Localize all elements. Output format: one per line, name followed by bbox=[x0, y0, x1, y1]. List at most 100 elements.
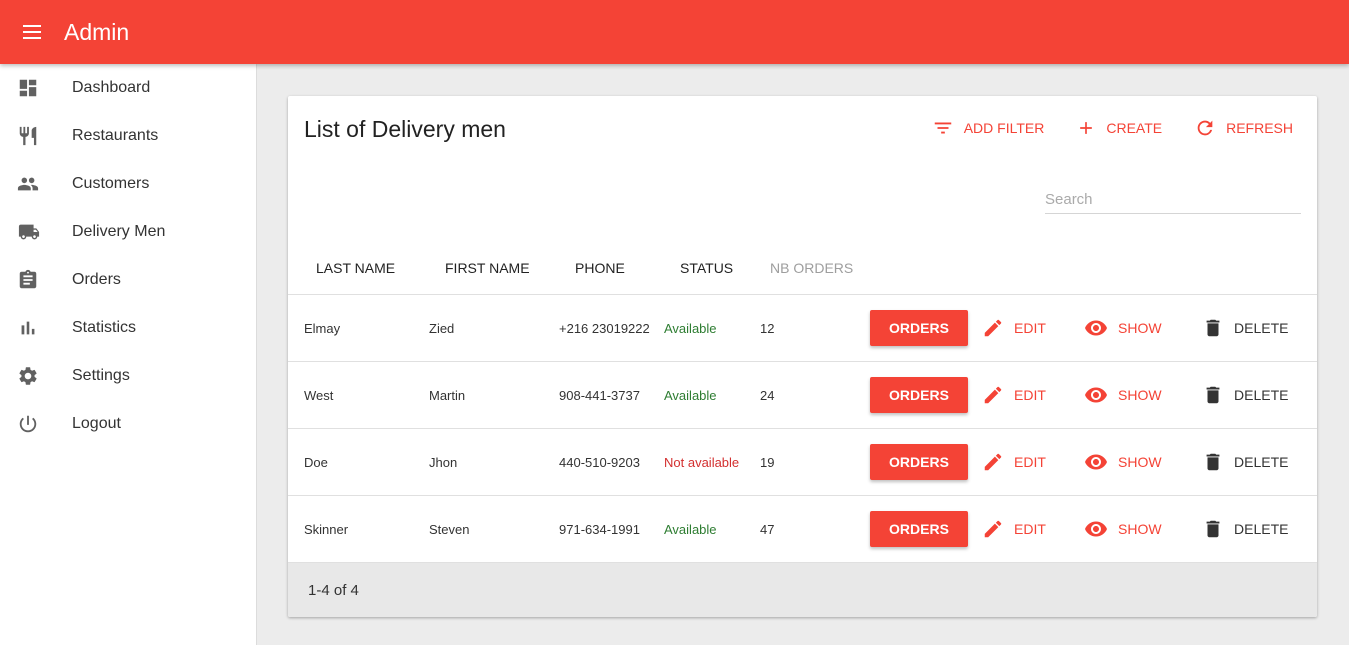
sidebar-item-delivery-men[interactable]: Delivery Men bbox=[0, 208, 256, 256]
edit-button[interactable]: EDIT bbox=[982, 444, 1046, 480]
edit-label: EDIT bbox=[1014, 454, 1046, 470]
orders-button[interactable]: ORDERS bbox=[870, 511, 968, 547]
hamburger-icon bbox=[23, 25, 41, 39]
pencil-icon bbox=[984, 386, 1002, 404]
sidebar-item-statistics[interactable]: Statistics bbox=[0, 304, 256, 352]
cell-first-name: Jhon bbox=[429, 454, 458, 470]
orders-button[interactable]: ORDERS bbox=[870, 377, 968, 413]
delete-button[interactable]: DELETE bbox=[1202, 511, 1288, 547]
sidebar-item-logout[interactable]: Logout bbox=[0, 400, 256, 448]
sidebar-item-label: Dashboard bbox=[72, 79, 151, 96]
create-label: CREATE bbox=[1106, 120, 1163, 136]
truck-icon bbox=[0, 221, 72, 243]
orders-button[interactable]: ORDERS bbox=[870, 310, 968, 346]
pagination: 1-4 of 4 bbox=[288, 563, 1317, 617]
edit-button[interactable]: EDIT bbox=[982, 511, 1046, 547]
pencil-icon bbox=[984, 319, 1002, 337]
gear-icon bbox=[0, 365, 72, 387]
add-filter-button[interactable]: ADD FILTER bbox=[924, 110, 1053, 146]
column-header-nb-orders: NB ORDERS bbox=[770, 260, 854, 276]
delete-label: DELETE bbox=[1234, 387, 1289, 403]
create-button[interactable]: CREATE bbox=[1068, 110, 1170, 146]
cell-nb-orders: 19 bbox=[760, 454, 775, 470]
sidebar-item-label: Logout bbox=[72, 415, 121, 432]
cell-first-name: Martin bbox=[429, 387, 466, 403]
app-bar: Admin bbox=[0, 0, 1349, 64]
cell-last-name: West bbox=[304, 387, 334, 403]
sidebar-item-label: Statistics bbox=[72, 319, 137, 336]
delete-button[interactable]: DELETE bbox=[1202, 444, 1288, 480]
column-header-phone[interactable]: PHONE bbox=[575, 241, 625, 295]
bar-chart-icon bbox=[0, 317, 72, 339]
table-row[interactable]: Elmay Zied +216 23019222 Available 12 OR… bbox=[288, 295, 1317, 362]
edit-label: EDIT bbox=[1014, 521, 1046, 537]
delete-label: DELETE bbox=[1234, 320, 1289, 336]
search-input[interactable] bbox=[1045, 186, 1301, 214]
sidebar-item-restaurants[interactable]: Restaurants bbox=[0, 112, 256, 160]
column-header-last-name[interactable]: LAST NAME bbox=[316, 241, 395, 295]
show-button[interactable]: SHOW bbox=[1084, 511, 1162, 547]
sidebar-item-label: Settings bbox=[72, 367, 130, 384]
show-button[interactable]: SHOW bbox=[1084, 377, 1162, 413]
menu-button[interactable] bbox=[0, 0, 64, 64]
edit-label: EDIT bbox=[1014, 320, 1046, 336]
refresh-label: REFRESH bbox=[1226, 120, 1293, 136]
restaurant-icon bbox=[0, 125, 72, 147]
show-button[interactable]: SHOW bbox=[1084, 444, 1162, 480]
cell-status: Available bbox=[664, 320, 717, 336]
refresh-icon bbox=[1197, 120, 1213, 136]
cell-last-name: Skinner bbox=[304, 521, 349, 537]
edit-button[interactable]: EDIT bbox=[982, 377, 1046, 413]
cell-phone: +216 23019222 bbox=[559, 320, 650, 336]
page-title: List of Delivery men bbox=[304, 116, 506, 142]
sidebar-item-customers[interactable]: Customers bbox=[0, 160, 256, 208]
sidebar-item-label: Customers bbox=[72, 175, 150, 192]
show-label: SHOW bbox=[1118, 521, 1162, 537]
power-icon bbox=[0, 413, 72, 435]
table-row[interactable]: Doe Jhon 440-510-9203 Not available 19 O… bbox=[288, 429, 1317, 496]
delete-button[interactable]: DELETE bbox=[1202, 310, 1288, 346]
cell-phone: 908-441-3737 bbox=[559, 387, 640, 403]
eye-icon bbox=[1085, 387, 1107, 403]
table-row[interactable]: Skinner Steven 971-634-1991 Available 47… bbox=[288, 496, 1317, 563]
table-row[interactable]: West Martin 908-441-3737 Available 24 OR… bbox=[288, 362, 1317, 429]
sidebar: Dashboard Restaurants Customers Delivery… bbox=[0, 64, 257, 645]
sidebar-item-dashboard[interactable]: Dashboard bbox=[0, 64, 256, 112]
sidebar-item-label: Restaurants bbox=[72, 127, 159, 144]
orders-button[interactable]: ORDERS bbox=[870, 444, 968, 480]
clipboard-icon bbox=[0, 269, 72, 291]
cell-status: Not available bbox=[664, 454, 740, 470]
trash-icon bbox=[1206, 453, 1220, 471]
cell-last-name: Doe bbox=[304, 454, 328, 470]
cell-nb-orders: 47 bbox=[760, 521, 775, 537]
sidebar-item-settings[interactable]: Settings bbox=[0, 352, 256, 400]
cell-status: Available bbox=[664, 521, 717, 537]
cell-nb-orders: 12 bbox=[760, 320, 775, 336]
eye-icon bbox=[1085, 320, 1107, 336]
column-header-status[interactable]: STATUS bbox=[680, 241, 733, 295]
column-header-first-name[interactable]: FIRST NAME bbox=[445, 241, 530, 295]
cell-last-name: Elmay bbox=[304, 320, 341, 336]
trash-icon bbox=[1206, 386, 1220, 404]
sidebar-item-label: Delivery Men bbox=[72, 223, 166, 240]
show-button[interactable]: SHOW bbox=[1084, 310, 1162, 346]
show-label: SHOW bbox=[1118, 387, 1162, 403]
edit-label: EDIT bbox=[1014, 387, 1046, 403]
pagination-text: 1-4 of 4 bbox=[308, 581, 359, 599]
cell-first-name: Zied bbox=[429, 320, 455, 336]
delete-button[interactable]: DELETE bbox=[1202, 377, 1288, 413]
list-card: List of Delivery men ADD FILTER CREATE R… bbox=[288, 96, 1317, 617]
delete-label: DELETE bbox=[1234, 454, 1289, 470]
add-filter-label: ADD FILTER bbox=[963, 120, 1045, 136]
cell-status: Available bbox=[664, 387, 717, 403]
cell-nb-orders: 24 bbox=[760, 387, 775, 403]
eye-icon bbox=[1085, 521, 1107, 537]
refresh-button[interactable]: REFRESH bbox=[1186, 110, 1301, 146]
sidebar-item-orders[interactable]: Orders bbox=[0, 256, 256, 304]
cell-phone: 440-510-9203 bbox=[559, 454, 640, 470]
trash-icon bbox=[1206, 319, 1220, 337]
card-actions: ADD FILTER CREATE REFRESH bbox=[908, 110, 1301, 146]
pencil-icon bbox=[984, 453, 1002, 471]
edit-button[interactable]: EDIT bbox=[982, 310, 1046, 346]
plus-icon bbox=[1080, 122, 1093, 134]
